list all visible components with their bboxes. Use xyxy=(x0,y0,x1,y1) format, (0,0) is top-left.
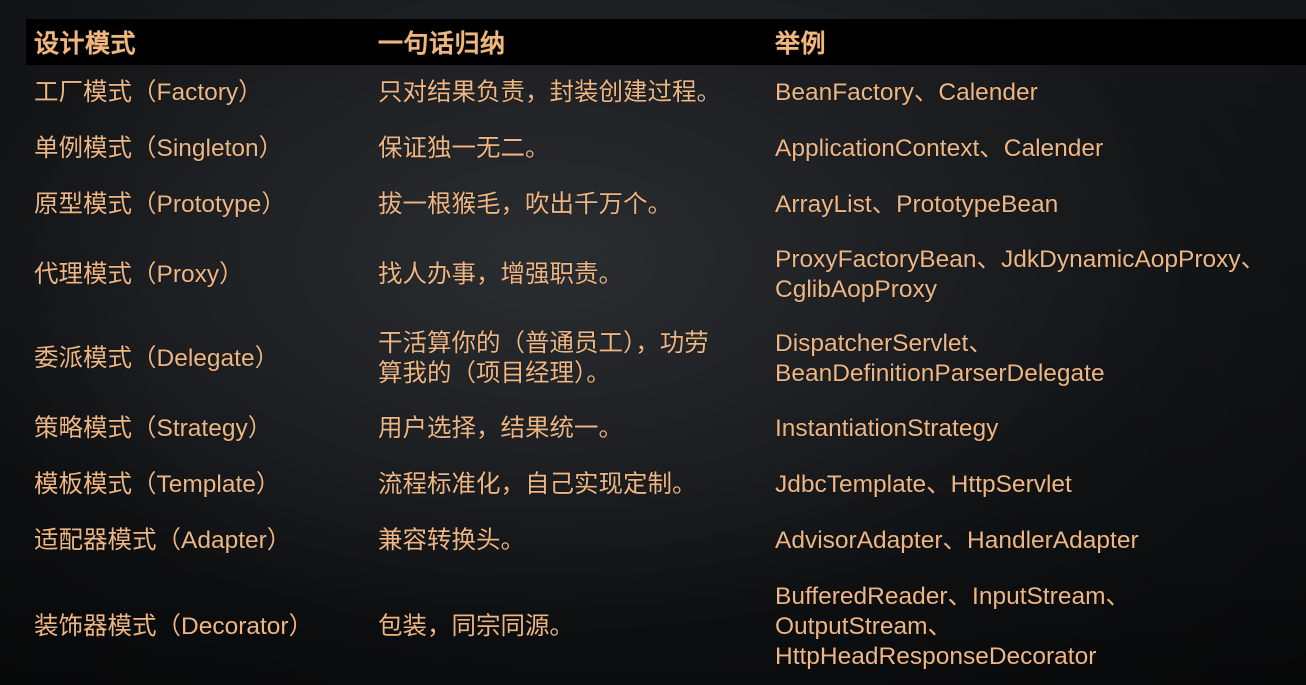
cell-examples: JdbcTemplate、HttpServlet xyxy=(775,471,1072,499)
slide-canvas: 设计模式 一句话归纳 举例 工厂模式（Factory） 只对结果负责，封装创建过… xyxy=(0,0,1306,685)
cell-summary: 用户选择，结果统一。 xyxy=(378,415,623,443)
cell-summary: 干活算你的（普通员工），功劳 算我的（项目经理）。 xyxy=(378,330,709,387)
cell-summary: 兼容转换头。 xyxy=(378,527,525,555)
cell-pattern: 原型模式（Prototype） xyxy=(34,191,286,219)
cell-summary: 只对结果负责，封装创建过程。 xyxy=(378,79,721,107)
cell-examples: ApplicationContext、Calender xyxy=(775,135,1104,163)
cell-examples-text: ProxyFactoryBean、JdkDynamicAopProxy、 Cgl… xyxy=(775,246,1266,303)
column-header-summary: 一句话归纳 xyxy=(378,30,506,58)
cell-pattern: 代理模式（Proxy） xyxy=(34,261,244,289)
cell-pattern: 装饰器模式（Decorator） xyxy=(34,613,314,641)
table-row: 代理模式（Proxy） 找人办事，增强职责。 ProxyFactoryBean、… xyxy=(34,233,1306,317)
table-head: 设计模式 一句话归纳 举例 xyxy=(34,19,1306,65)
cell-examples: BeanFactory、Calender xyxy=(775,79,1038,107)
table-row: 工厂模式（Factory） 只对结果负责，封装创建过程。 BeanFactory… xyxy=(34,65,1306,121)
table-body: 工厂模式（Factory） 只对结果负责，封装创建过程。 BeanFactory… xyxy=(34,65,1306,685)
cell-pattern: 模板模式（Template） xyxy=(34,471,281,499)
cell-examples: ProxyFactoryBean、JdkDynamicAopProxy、 Cgl… xyxy=(775,233,1306,317)
cell-pattern: 工厂模式（Factory） xyxy=(34,79,263,107)
cell-summary: 保证独一无二。 xyxy=(378,135,550,163)
table-row: 适配器模式（Adapter） 兼容转换头。 AdvisorAdapter、Han… xyxy=(34,513,1306,569)
cell-examples: AdvisorAdapter、HandlerAdapter xyxy=(775,527,1139,555)
cell-summary: 找人办事，增强职责。 xyxy=(378,261,623,289)
table-header-row: 设计模式 一句话归纳 举例 xyxy=(34,19,1306,65)
table-row: 委派模式（Delegate） 干活算你的（普通员工），功劳 算我的（项目经理）。… xyxy=(34,317,1306,401)
cell-examples: DispatcherServlet、 BeanDefinitionParserD… xyxy=(775,330,1105,387)
table-row: 模板模式（Template） 流程标准化，自己实现定制。 JdbcTemplat… xyxy=(34,457,1306,513)
cell-summary: 拔一根猴毛，吹出千万个。 xyxy=(378,191,672,219)
cell-examples: ArrayList、PrototypeBean xyxy=(775,191,1059,219)
column-header-examples: 举例 xyxy=(775,30,827,58)
cell-summary: 流程标准化，自己实现定制。 xyxy=(378,471,697,499)
cell-pattern: 委派模式（Delegate） xyxy=(34,345,280,373)
table-row: 策略模式（Strategy） 用户选择，结果统一。 InstantiationS… xyxy=(34,401,1306,457)
cell-pattern: 单例模式（Singleton） xyxy=(34,135,284,163)
design-pattern-table-wrapper: 设计模式 一句话归纳 举例 工厂模式（Factory） 只对结果负责，封装创建过… xyxy=(0,0,1306,685)
design-pattern-table: 设计模式 一句话归纳 举例 工厂模式（Factory） 只对结果负责，封装创建过… xyxy=(34,19,1306,685)
cell-pattern: 适配器模式（Adapter） xyxy=(34,527,292,555)
cell-pattern: 策略模式（Strategy） xyxy=(34,415,273,443)
cell-summary: 包装，同宗同源。 xyxy=(378,613,574,641)
table-row: 原型模式（Prototype） 拔一根猴毛，吹出千万个。 ArrayList、P… xyxy=(34,177,1306,233)
table-row: 装饰器模式（Decorator） 包装，同宗同源。 BufferedReader… xyxy=(34,569,1306,685)
cell-examples: InstantiationStrategy xyxy=(775,415,999,443)
table-row: 单例模式（Singleton） 保证独一无二。 ApplicationConte… xyxy=(34,121,1306,177)
column-header-pattern: 设计模式 xyxy=(34,30,137,58)
cell-examples: BufferedReader、InputStream、 OutputStream… xyxy=(775,583,1130,670)
